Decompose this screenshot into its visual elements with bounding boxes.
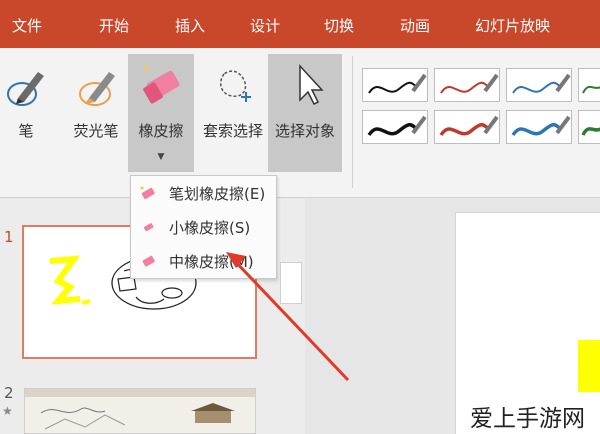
annotation-arrow [226, 252, 350, 382]
watermark-text: 爱上手游网 [470, 406, 585, 432]
